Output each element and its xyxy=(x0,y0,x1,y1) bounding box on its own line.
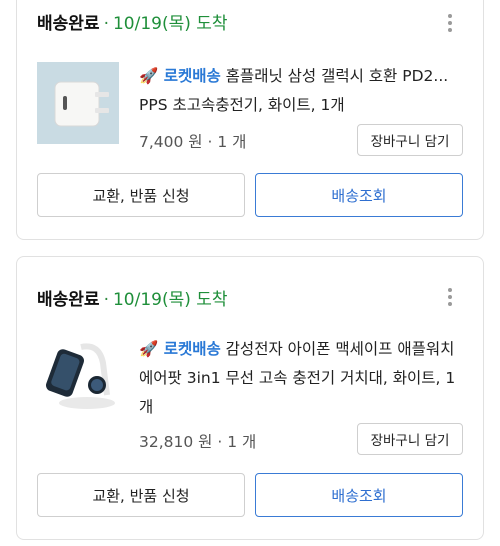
arrival-date: 10/19(목) 도착 xyxy=(112,290,228,310)
product-image[interactable] xyxy=(37,62,119,144)
product-title[interactable]: 🚀 로켓배송 감성전자 아이폰 맥세이프 애플워치 에어팟 3in1 무선 고속… xyxy=(139,335,469,422)
product-title[interactable]: 🚀 로켓배송 홈플래닛 삼성 갤럭시 호환 PD2... PPS 초고속충전기,… xyxy=(139,62,469,120)
order-status: 배송완료 · 10/19(목) 도착 xyxy=(37,9,228,34)
product-image[interactable] xyxy=(37,333,119,415)
status-separator: · xyxy=(103,14,109,34)
order-card-2: 배송완료 · 10/19(목) 도착 🚀 로켓배송 감성전자 아이폰 맥세이프 … xyxy=(16,256,484,540)
more-icon[interactable] xyxy=(447,285,453,307)
arrival-date: 10/19(목) 도착 xyxy=(112,14,228,34)
add-to-cart-button[interactable]: 장바구니 담기 xyxy=(357,423,463,455)
return-request-button[interactable]: 교환, 반품 신청 xyxy=(37,173,245,217)
charger-icon xyxy=(37,62,119,144)
price-quantity: 32,810 원 · 1 개 xyxy=(139,433,257,451)
more-icon[interactable] xyxy=(447,11,453,33)
track-delivery-button[interactable]: 배송조회 xyxy=(255,173,463,217)
rocket-delivery-badge: 🚀 로켓배송 xyxy=(139,340,221,358)
order-status: 배송완료 · 10/19(목) 도착 xyxy=(37,285,228,310)
add-to-cart-button[interactable]: 장바구니 담기 xyxy=(357,124,463,156)
price-quantity: 7,400 원 · 1 개 xyxy=(139,133,247,151)
order-card-1: 배송완료 · 10/19(목) 도착 🚀 로켓배송 홈플래닛 삼성 갤럭시 호환… xyxy=(16,0,484,240)
status-label: 배송완료 xyxy=(37,14,100,34)
rocket-delivery-badge: 🚀 로켓배송 xyxy=(139,67,221,85)
status-label: 배송완료 xyxy=(37,290,100,310)
return-request-button[interactable]: 교환, 반품 신청 xyxy=(37,473,245,517)
wireless-stand-icon xyxy=(37,333,119,415)
track-delivery-button[interactable]: 배송조회 xyxy=(255,473,463,517)
status-separator: · xyxy=(103,290,109,310)
